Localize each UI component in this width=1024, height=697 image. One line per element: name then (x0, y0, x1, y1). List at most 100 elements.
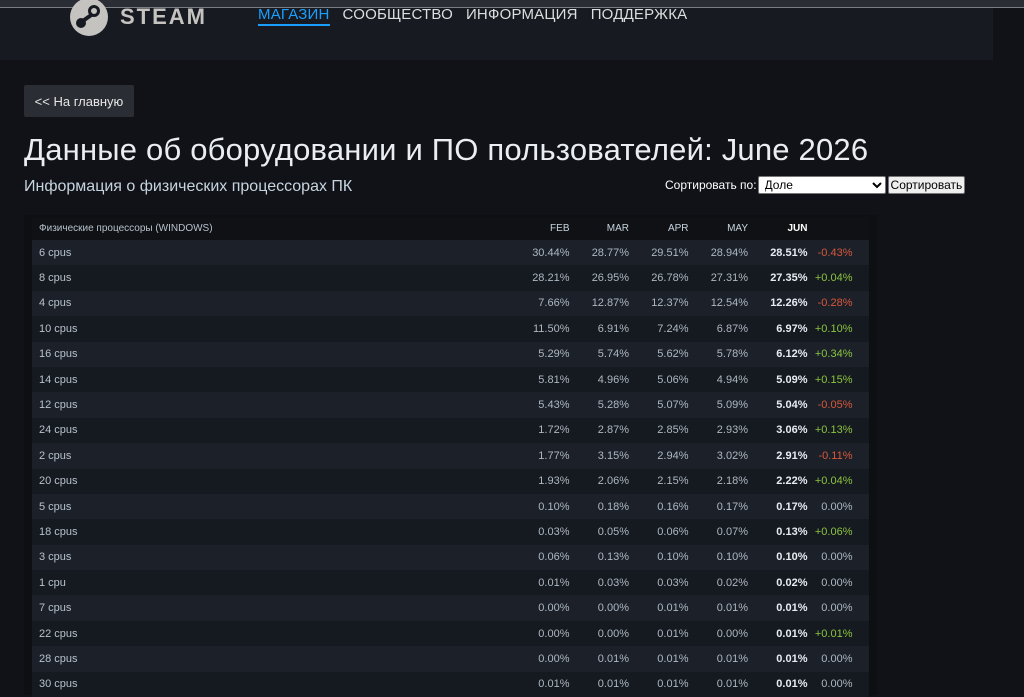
table-row: 7 cpus 0.00% 0.00% 0.01% 0.01% 0.01% 0.00% (32, 595, 869, 621)
table-row: 30 cpus 0.01% 0.01% 0.01% 0.01% 0.01% 0.00% (32, 671, 869, 697)
row-month-value: 0.03% (597, 576, 629, 589)
row-current-value: 0.01% (776, 652, 808, 665)
row-month-value: 0.18% (597, 500, 629, 513)
row-month-value: 7.66% (538, 297, 570, 310)
row-cpu-count: 30 cpus (39, 678, 78, 691)
row-month-value: 26.95% (591, 272, 629, 285)
table-header: Физические процессоры (WINDOWS) FEB MAR … (32, 217, 869, 240)
row-cpu-count: 10 cpus (39, 322, 78, 335)
table-row: 6 cpus 30.44% 28.77% 29.51% 28.94% 28.51% -0.4… (32, 240, 869, 266)
row-month-value: 5.74% (597, 348, 629, 361)
row-month-value: 1.77% (538, 449, 570, 462)
row-month-value: 0.00% (538, 602, 570, 615)
row-current-value: 6.97% (776, 322, 808, 335)
cpu-stats-table: Физические процессоры (WINDOWS) FEB MAR … (24, 215, 877, 697)
row-month-value: 5.28% (597, 399, 629, 412)
row-month-value: 2.15% (657, 475, 689, 488)
steam-logo[interactable]: STEAM (70, 0, 207, 36)
row-cpu-count: 1 cpu (39, 576, 66, 589)
sort-button[interactable]: Сортировать (887, 176, 966, 194)
row-month-value: 5.78% (716, 348, 748, 361)
back-to-main-button[interactable]: << На главную (24, 85, 134, 117)
nav-support[interactable]: ПОДДЕРЖКА (591, 6, 688, 26)
row-month-value: 28.21% (532, 272, 570, 285)
row-month-value: 0.00% (538, 627, 570, 640)
row-cpu-count: 28 cpus (39, 652, 78, 665)
main-nav: МАГАЗИН СООБЩЕСТВО ИНФОРМАЦИЯ ПОДДЕРЖКА (258, 6, 687, 26)
row-month-value: 2.06% (597, 475, 629, 488)
row-month-value: 1.93% (538, 475, 570, 488)
row-change-value: -0.05% (817, 399, 853, 412)
table-row: 4 cpus 7.66% 12.87% 12.37% 12.54% 12.26% -0.28… (32, 290, 869, 317)
row-current-value: 0.17% (776, 500, 808, 513)
row-current-value: 2.91% (776, 449, 808, 462)
row-month-value: 0.01% (597, 678, 629, 691)
row-cpu-count: 16 cpus (39, 348, 78, 361)
row-month-value: 6.91% (597, 322, 629, 335)
row-month-value: 5.06% (657, 373, 689, 386)
row-month-value: 5.43% (538, 399, 570, 412)
row-month-value: 2.93% (716, 424, 748, 437)
row-month-value: 12.54% (710, 297, 748, 310)
row-month-value: 2.94% (657, 449, 689, 462)
table-row: 10 cpus 11.50% 6.91% 7.24% 6.87% 6.97% +0.10% (32, 316, 869, 342)
table-row: 2 cpus 1.77% 3.15% 2.94% 3.02% 2.91% -0.11% (32, 443, 869, 469)
table-row: 20 cpus 1.93% 2.06% 2.15% 2.18% 2.22% +0.04% (32, 468, 869, 494)
row-month-value: 3.02% (716, 449, 748, 462)
nav-about[interactable]: ИНФОРМАЦИЯ (466, 6, 578, 26)
row-change-value: +0.10% (814, 322, 853, 335)
row-change-value: 0.00% (821, 678, 853, 691)
row-month-value: 5.62% (657, 348, 689, 361)
row-month-value: 1.72% (538, 424, 570, 437)
row-current-value: 6.12% (776, 348, 808, 361)
row-month-value: 2.18% (716, 475, 748, 488)
row-cpu-count: 22 cpus (39, 627, 78, 640)
sort-select[interactable]: Доле (757, 176, 886, 194)
row-month-value: 2.87% (597, 424, 629, 437)
column-header-jun: JUN (787, 223, 808, 234)
nav-community[interactable]: СООБЩЕСТВО (343, 6, 453, 26)
row-month-value: 0.16% (657, 500, 689, 513)
row-month-value: 0.10% (657, 551, 689, 564)
row-change-value: 0.00% (821, 652, 853, 665)
row-current-value: 2.22% (776, 475, 808, 488)
row-cpu-count: 20 cpus (39, 475, 78, 488)
row-month-value: 0.03% (657, 576, 689, 589)
row-month-value: 0.00% (597, 602, 629, 615)
row-month-value: 0.07% (716, 525, 748, 538)
table-row: 14 cpus 5.81% 4.96% 5.06% 4.94% 5.09% +0.15% (32, 366, 869, 393)
row-cpu-count: 4 cpus (39, 297, 72, 310)
row-cpu-count: 18 cpus (39, 525, 78, 538)
row-month-value: 0.02% (716, 576, 748, 589)
table-row: 1 cpu 0.01% 0.03% 0.03% 0.02% 0.02% 0.00% (32, 570, 869, 596)
table-row: 22 cpus 0.00% 0.00% 0.01% 0.00% 0.01% +0.01% (32, 620, 869, 647)
sort-controls: Сортировать по: Доле Сортировать (665, 176, 966, 194)
row-month-value: 0.01% (657, 652, 689, 665)
row-month-value: 4.94% (716, 373, 748, 386)
table-row: 12 cpus 5.43% 5.28% 5.07% 5.09% 5.04% -0.05% (32, 392, 869, 418)
row-month-value: 0.10% (538, 500, 570, 513)
row-change-value: +0.06% (814, 525, 853, 538)
row-month-value: 0.01% (657, 602, 689, 615)
row-month-value: 3.15% (597, 449, 629, 462)
table-row: 3 cpus 0.06% 0.13% 0.10% 0.10% 0.10% 0.00% (32, 544, 869, 571)
row-change-value: -0.43% (817, 246, 853, 259)
table-row: 18 cpus 0.03% 0.05% 0.06% 0.07% 0.13% +0.06% (32, 519, 869, 545)
page-title: Данные об оборудовании и ПО пользователе… (24, 132, 869, 167)
row-change-value: +0.34% (814, 348, 853, 361)
row-current-value: 0.01% (776, 678, 808, 691)
sort-label: Сортировать по: (665, 178, 757, 192)
row-change-value: 0.00% (821, 576, 853, 589)
nav-store[interactable]: МАГАЗИН (258, 6, 330, 26)
row-current-value: 5.04% (776, 399, 808, 412)
row-month-value: 0.01% (657, 678, 689, 691)
row-month-value: 12.87% (591, 297, 629, 310)
row-month-value: 5.29% (538, 348, 570, 361)
row-change-value: 0.00% (821, 602, 853, 615)
row-change-value: -0.28% (817, 297, 853, 310)
row-current-value: 0.13% (776, 525, 808, 538)
row-month-value: 6.87% (716, 322, 748, 335)
row-month-value: 26.78% (651, 272, 689, 285)
row-month-value: 28.94% (710, 246, 748, 259)
row-month-value: 4.96% (597, 373, 629, 386)
